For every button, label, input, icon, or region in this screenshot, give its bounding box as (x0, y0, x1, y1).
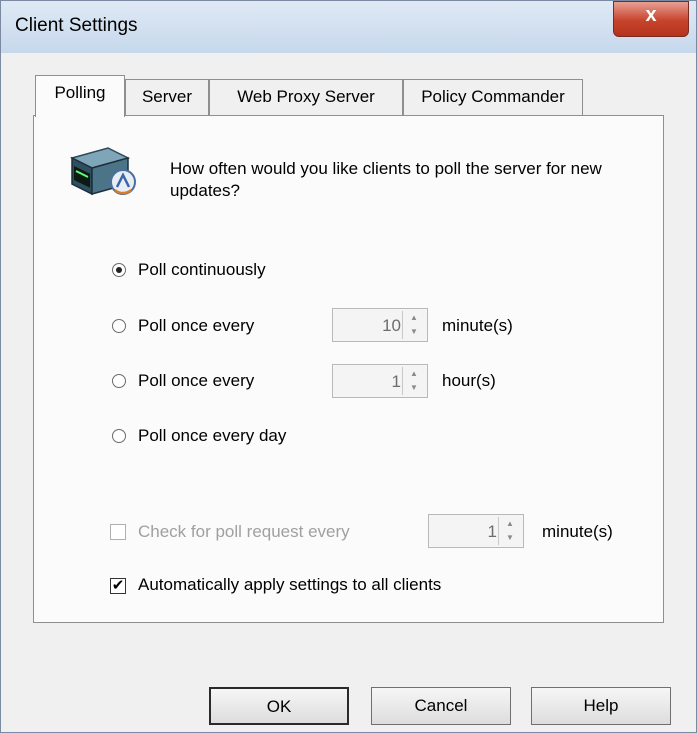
tab-web-proxy-server[interactable]: Web Proxy Server (209, 79, 403, 115)
tab-label: Polling (54, 83, 106, 102)
tab-policy-commander[interactable]: Policy Commander (403, 79, 583, 115)
cancel-button[interactable]: Cancel (371, 687, 511, 725)
poll-continuously-label[interactable]: Poll continuously (138, 260, 266, 280)
check-poll-request-checkbox[interactable] (110, 524, 126, 540)
polling-panel: How often would you like clients to poll… (33, 115, 664, 623)
auto-apply-label[interactable]: Automatically apply settings to all clie… (138, 575, 441, 595)
arrow-down-icon[interactable]: ▼ (403, 325, 425, 339)
poll-minutes-label[interactable]: Poll once every (138, 316, 254, 336)
dialog-body: Polling Server Web Proxy Server Policy C… (9, 53, 688, 727)
tab-label: Web Proxy Server (237, 87, 375, 106)
check-poll-request-label[interactable]: Check for poll request every (138, 522, 350, 542)
tab-label: Server (141, 87, 193, 106)
minutes-value: 10 (382, 316, 401, 335)
hours-stepper-buttons[interactable]: ▲ ▼ (402, 367, 425, 395)
polling-question: How often would you like clients to poll… (170, 159, 602, 200)
tab-polling[interactable]: Polling (35, 75, 125, 117)
window-title: Client Settings (15, 15, 138, 36)
poll-continuously-radio[interactable] (112, 263, 126, 277)
arrow-down-icon[interactable]: ▼ (499, 531, 521, 545)
tab-server[interactable]: Server (125, 79, 209, 115)
hours-stepper[interactable]: 1 ▲ ▼ (332, 364, 428, 398)
server-icon (69, 147, 136, 196)
poll-hours-label[interactable]: Poll once every (138, 371, 254, 391)
poll-daily-radio[interactable] (112, 429, 126, 443)
minutes-unit: minute(s) (442, 316, 513, 335)
arrow-up-icon[interactable]: ▲ (403, 311, 425, 325)
check-poll-unit: minute(s) (542, 522, 613, 541)
client-settings-dialog: Client Settings x Polling Server Web Pro… (0, 0, 697, 733)
hours-value: 1 (391, 372, 401, 391)
poll-minutes-radio[interactable] (112, 319, 126, 333)
help-button[interactable]: Help (531, 687, 671, 725)
arrow-down-icon[interactable]: ▼ (403, 381, 425, 395)
checkmark-icon: ✔ (111, 577, 125, 594)
tab-label: Policy Commander (421, 87, 565, 106)
minutes-stepper-buttons[interactable]: ▲ ▼ (402, 311, 425, 339)
minutes-stepper[interactable]: 10 ▲ ▼ (332, 308, 428, 342)
arrow-up-icon[interactable]: ▲ (403, 367, 425, 381)
check-poll-stepper[interactable]: 1 ▲ ▼ (428, 514, 524, 548)
auto-apply-checkbox[interactable]: ✔ (110, 578, 126, 594)
check-poll-value: 1 (487, 522, 497, 541)
check-poll-stepper-buttons[interactable]: ▲ ▼ (498, 517, 521, 545)
close-button[interactable]: x (613, 1, 689, 37)
hours-unit: hour(s) (442, 371, 496, 390)
poll-hours-radio[interactable] (112, 374, 126, 388)
title-bar[interactable]: Client Settings x (1, 1, 696, 53)
ok-button[interactable]: OK (209, 687, 349, 725)
arrow-up-icon[interactable]: ▲ (499, 517, 521, 531)
close-icon: x (645, 4, 657, 26)
poll-daily-label[interactable]: Poll once every day (138, 426, 286, 446)
radio-selected-dot (116, 267, 122, 273)
